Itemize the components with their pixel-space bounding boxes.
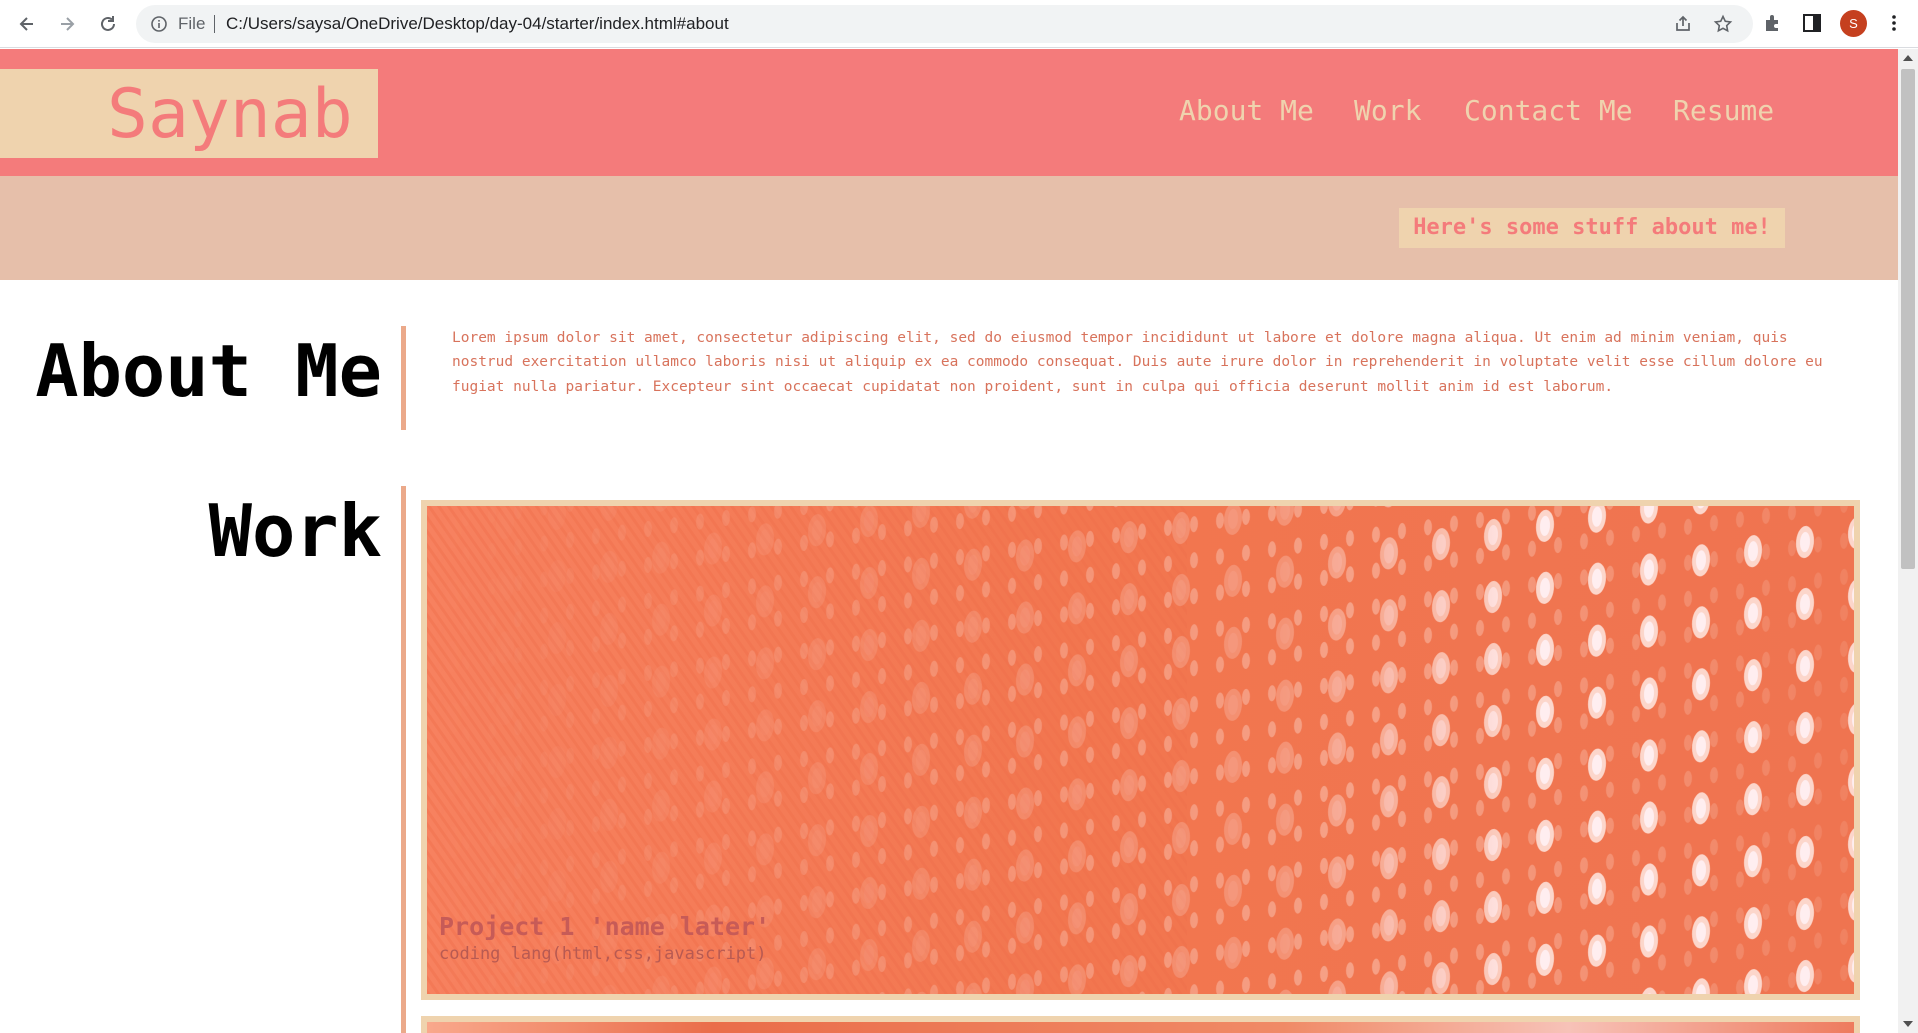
work-divider [401, 486, 406, 1033]
scrollbar-thumb[interactable] [1901, 69, 1915, 569]
about-divider [401, 326, 406, 430]
arrow-right-icon [61, 17, 75, 31]
nav-link-resume[interactable]: Resume [1673, 93, 1774, 129]
about-body-text: Lorem ipsum dolor sit amet, consectetur … [452, 330, 1823, 395]
hero-tagline: Here's some stuff about me! [1399, 208, 1785, 248]
scroll-up-arrow-icon[interactable] [1903, 55, 1913, 61]
site-header: Saynab About Me Work Contact Me Resume [0, 49, 1898, 176]
hero-banner: Here's some stuff about me! [0, 176, 1898, 280]
nav-link-about-me[interactable]: About Me [1179, 93, 1314, 129]
more-vertical-icon[interactable] [1883, 12, 1905, 34]
url-text[interactable]: C:/Users/saysa/OneDrive/Desktop/day-04/s… [226, 5, 729, 43]
project-image-next [427, 1022, 1854, 1033]
page-viewport: Saynab About Me Work Contact Me Resume H… [0, 49, 1898, 1033]
project-card-next[interactable] [421, 1016, 1860, 1033]
project-caption: Project 1 'name later' coding lang(html,… [439, 912, 770, 966]
page-scrollbar[interactable] [1898, 49, 1918, 1033]
reload-button[interactable] [93, 9, 123, 39]
about-heading: About Me [35, 329, 382, 413]
info-icon[interactable] [150, 15, 168, 33]
project-card[interactable]: Project 1 'name later' coding lang(html,… [421, 500, 1860, 1000]
scroll-down-arrow-icon[interactable] [1903, 1021, 1913, 1027]
site-logo[interactable]: Saynab [107, 79, 353, 151]
address-bar[interactable]: File C:/Users/saysa/OneDrive/Desktop/day… [136, 5, 1753, 43]
project-title: Project 1 'name later' [439, 912, 771, 941]
share-icon[interactable] [1673, 14, 1693, 34]
reload-icon [101, 16, 115, 31]
project-subtitle: coding lang(html,css,javascript) [439, 944, 767, 964]
bookmark-star-icon[interactable] [1713, 14, 1733, 34]
work-heading: Work [208, 489, 382, 573]
file-scheme-label: File [178, 14, 206, 33]
logo-box: Saynab [0, 69, 378, 158]
profile-avatar[interactable]: S [1840, 10, 1867, 37]
browser-toolbar: File C:/Users/saysa/OneDrive/Desktop/day… [0, 0, 1918, 48]
nav-link-work[interactable]: Work [1354, 93, 1421, 129]
back-button[interactable] [12, 9, 42, 39]
omnibox-divider [214, 15, 215, 33]
extensions-puzzle-icon[interactable] [1762, 12, 1784, 34]
forward-button[interactable] [52, 9, 82, 39]
nav-link-contact-me[interactable]: Contact Me [1464, 93, 1633, 129]
side-panel-icon[interactable] [1801, 12, 1823, 34]
arrow-left-icon [19, 17, 33, 31]
